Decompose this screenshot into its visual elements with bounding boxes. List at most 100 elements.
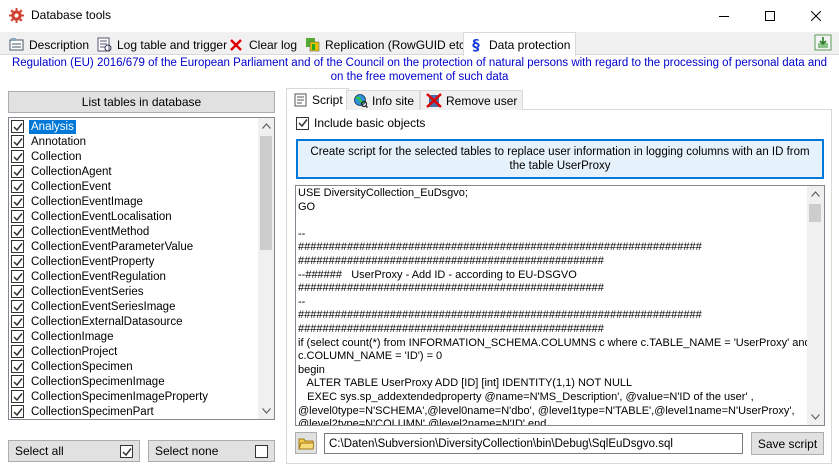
tab-log-table[interactable]: Log table and trigger	[92, 34, 232, 55]
script-icon	[292, 92, 308, 108]
table-name: CollectionEventParameterValue	[31, 240, 194, 253]
table-list-item[interactable]: CollectionImage	[9, 329, 259, 344]
tables-list-scroll-thumb[interactable]	[260, 136, 272, 250]
table-checkbox[interactable]	[11, 270, 24, 283]
red-x-icon	[228, 37, 244, 53]
table-list-item[interactable]: CollectionEventParameterValue	[9, 239, 259, 254]
table-list-item[interactable]: CollectionExternalDatasource	[9, 314, 259, 329]
checkmark-icon	[12, 167, 23, 176]
table-list-item[interactable]: CollectionAgent	[9, 164, 259, 179]
table-name: CollectionProject	[31, 345, 118, 358]
table-checkbox[interactable]	[11, 135, 24, 148]
table-checkbox[interactable]	[11, 405, 24, 418]
table-checkbox[interactable]	[11, 315, 24, 328]
table-checkbox[interactable]	[11, 165, 24, 178]
checkmark-icon	[12, 407, 23, 416]
script-line	[298, 214, 808, 228]
regulation-text: Regulation (EU) 2016/679 of the European…	[11, 57, 828, 83]
select-all-button[interactable]: Select all	[8, 440, 140, 462]
table-list-item[interactable]: CollectionSpecimenImage	[9, 374, 259, 389]
window-title: Database tools	[31, 8, 112, 22]
include-basic-checkbox[interactable]	[296, 116, 309, 130]
select-none-button[interactable]: Select none	[148, 440, 275, 462]
export-icon[interactable]	[814, 34, 832, 51]
tab-script[interactable]: Script	[286, 88, 349, 111]
checkmark-icon	[12, 182, 23, 191]
checkmark-icon	[12, 332, 23, 341]
table-list-item[interactable]: CollectionEventProperty	[9, 254, 259, 269]
table-checkbox[interactable]	[11, 345, 24, 358]
table-list-item[interactable]: CollectionProject	[9, 344, 259, 359]
close-button[interactable]	[793, 0, 839, 31]
table-list-item[interactable]: CollectionEventRegulation	[9, 269, 259, 284]
table-checkbox[interactable]	[11, 360, 24, 373]
table-name: CollectionEventRegulation	[31, 270, 166, 283]
table-list-item[interactable]: CollectionEventLocalisation	[9, 209, 259, 224]
tab-replication[interactable]: Replication (RowGUID etc.)	[300, 34, 477, 55]
table-checkbox[interactable]	[11, 330, 24, 343]
table-list-item[interactable]: CollectionSpecimenImageProperty	[9, 389, 259, 404]
table-name: CollectionSpecimenImage	[31, 375, 165, 388]
close-icon	[811, 10, 821, 21]
checkmark-icon	[12, 152, 23, 161]
script-path-input[interactable]	[324, 433, 743, 454]
maximize-button[interactable]	[747, 0, 793, 31]
create-script-button[interactable]: Create script for the selected tables to…	[296, 139, 824, 179]
table-checkbox[interactable]	[11, 240, 24, 253]
table-name: CollectionSpecimenImageProperty	[31, 390, 209, 403]
scroll-up-arrow-icon[interactable]	[258, 118, 274, 134]
tab-data-protection[interactable]: § Data protection	[463, 32, 577, 56]
table-checkbox[interactable]	[11, 120, 24, 133]
table-checkbox[interactable]	[11, 210, 24, 223]
tab-clear-log[interactable]: Clear log	[224, 34, 302, 55]
table-checkbox[interactable]	[11, 390, 24, 403]
list-tables-button[interactable]: List tables in database	[8, 91, 275, 113]
table-list-item[interactable]: Annotation	[9, 134, 259, 149]
select-none-checkbox[interactable]	[255, 445, 268, 458]
table-checkbox[interactable]	[11, 225, 24, 238]
minimize-button[interactable]	[701, 0, 747, 31]
table-list-item[interactable]: Collection	[9, 149, 259, 164]
include-basic-objects[interactable]: Include basic objects	[296, 116, 425, 130]
table-list-item[interactable]: CollectionEventImage	[9, 194, 259, 209]
tab-remove-user[interactable]: Remove user	[420, 90, 524, 110]
scroll-down-arrow-icon[interactable]	[258, 403, 274, 419]
script-content: USE DiversityCollection_EuDsgvo; GO -- ####…	[298, 187, 808, 426]
table-list-item[interactable]: Analysis	[9, 119, 259, 134]
table-list-item[interactable]: CollectionEvent	[9, 179, 259, 194]
table-list-item[interactable]: CollectionEventSeries	[9, 284, 259, 299]
tab-description[interactable]: Description	[4, 34, 94, 55]
script-line: ALTER TABLE UserProxy ADD [ID] [int] IDE…	[298, 377, 633, 390]
script-scrollbar[interactable]	[807, 186, 824, 425]
table-list-item[interactable]: CollectionEventMethod	[9, 224, 259, 239]
table-list-item[interactable]: CollectionSpecimen	[9, 359, 259, 374]
table-checkbox[interactable]	[11, 300, 24, 313]
select-all-checkbox[interactable]	[120, 445, 133, 458]
table-checkbox[interactable]	[11, 150, 24, 163]
script-scroll-down-icon[interactable]	[807, 409, 823, 425]
globe-icon	[352, 93, 368, 109]
script-textarea[interactable]: USE DiversityCollection_EuDsgvo; GO -- ####…	[295, 185, 825, 426]
table-checkbox[interactable]	[11, 285, 24, 298]
checkmark-icon	[12, 197, 23, 206]
table-name: CollectionSpecimenPart	[31, 405, 154, 418]
script-scroll-thumb[interactable]	[809, 204, 821, 222]
table-list-item[interactable]: CollectionEventSeriesImage	[9, 299, 259, 314]
include-basic-label: Include basic objects	[314, 116, 426, 130]
script-line: begin	[298, 363, 325, 376]
script-line: @level2type=N'COLUMN',@level2name=N'ID' …	[298, 418, 547, 426]
paragraph-icon: §	[472, 35, 480, 54]
checkmark-icon	[12, 287, 23, 296]
table-checkbox[interactable]	[11, 375, 24, 388]
table-checkbox[interactable]	[11, 255, 24, 268]
save-script-button[interactable]: Save script	[751, 432, 824, 455]
tables-list-scrollbar[interactable]	[258, 118, 274, 419]
tab-info-site[interactable]: Info site	[346, 90, 421, 110]
table-checkbox[interactable]	[11, 180, 24, 193]
tables-list[interactable]: Analysis Annotation Collection CollectionAg…	[8, 117, 275, 420]
table-checkbox[interactable]	[11, 195, 24, 208]
open-folder-button[interactable]	[295, 432, 317, 454]
table-name: Analysis	[29, 119, 76, 134]
table-list-item[interactable]: CollectionSpecimenPart	[9, 404, 259, 419]
script-scroll-up-icon[interactable]	[807, 186, 823, 202]
